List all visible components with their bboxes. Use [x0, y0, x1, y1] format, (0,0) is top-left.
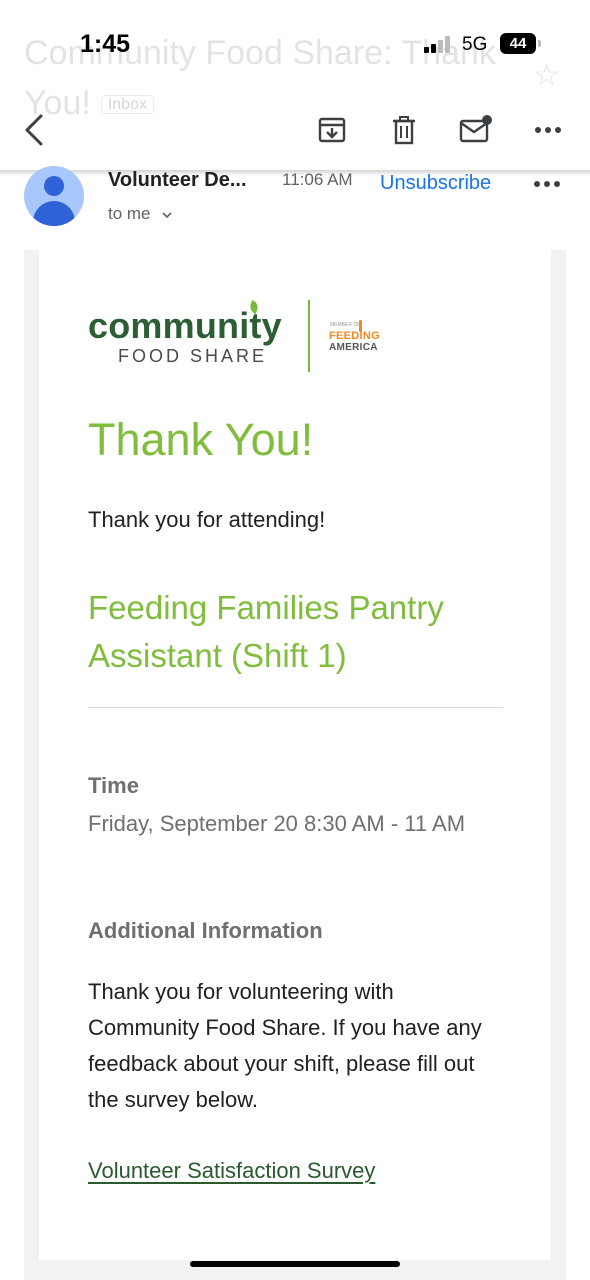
feeding-america-logo-top: FEEDING: [329, 330, 380, 342]
feeding-america-logo-bottom: AMERICA: [329, 342, 378, 353]
intro-text: Thank you for attending!: [88, 507, 326, 532]
logo-divider: [308, 300, 310, 372]
chevron-left-icon: [25, 114, 43, 146]
back-button[interactable]: [14, 110, 54, 150]
archive-button[interactable]: [312, 110, 352, 150]
status-time: 1:45: [80, 30, 131, 58]
more-horizontal-icon: [534, 181, 560, 187]
survey-link[interactable]: Volunteer Satisfaction Survey: [88, 1158, 375, 1184]
home-indicator[interactable]: [190, 1261, 400, 1267]
mark-unread-icon: [459, 115, 492, 143]
battery-icon: 44: [500, 33, 541, 54]
archive-icon: [318, 117, 346, 143]
time-label: Time: [88, 773, 139, 798]
battery-level: 44: [509, 35, 527, 52]
shift-title: Feeding Families Pantry Assistant (Shift…: [88, 589, 444, 674]
logo-subtitle: FOOD SHARE: [118, 346, 268, 366]
delete-button[interactable]: [384, 110, 424, 150]
recipient-label: to me: [108, 204, 151, 223]
message-toolbar: [0, 96, 590, 168]
sent-time: 11:06 AM: [282, 170, 353, 189]
section-divider: [88, 707, 503, 708]
mark-unread-button[interactable]: [456, 110, 496, 150]
thank-you-heading: Thank You!: [88, 414, 314, 465]
trash-icon: [393, 116, 415, 145]
recipient-details[interactable]: to me: [108, 204, 173, 224]
more-options-button[interactable]: [528, 110, 568, 150]
signal-icon: [424, 35, 454, 53]
time-value: Friday, September 20 8:30 AM - 11 AM: [88, 811, 466, 836]
status-bar: 1:45 5G 44: [0, 0, 590, 90]
unsubscribe-link[interactable]: Unsubscribe: [380, 172, 491, 195]
message-more-button[interactable]: [534, 172, 562, 196]
sender-name[interactable]: Volunteer De...: [108, 169, 247, 192]
more-horizontal-icon: [535, 127, 561, 133]
additional-info-label: Additional Information: [88, 918, 323, 943]
sender-avatar[interactable]: [24, 166, 84, 226]
chevron-down-icon: [162, 211, 172, 218]
network-type: 5G: [462, 34, 488, 55]
person-icon: [44, 176, 64, 196]
additional-info-text: Thank you for volunteering with Communit…: [88, 979, 482, 1112]
feeding-america-prefix: MEMBER OF: [330, 322, 361, 328]
